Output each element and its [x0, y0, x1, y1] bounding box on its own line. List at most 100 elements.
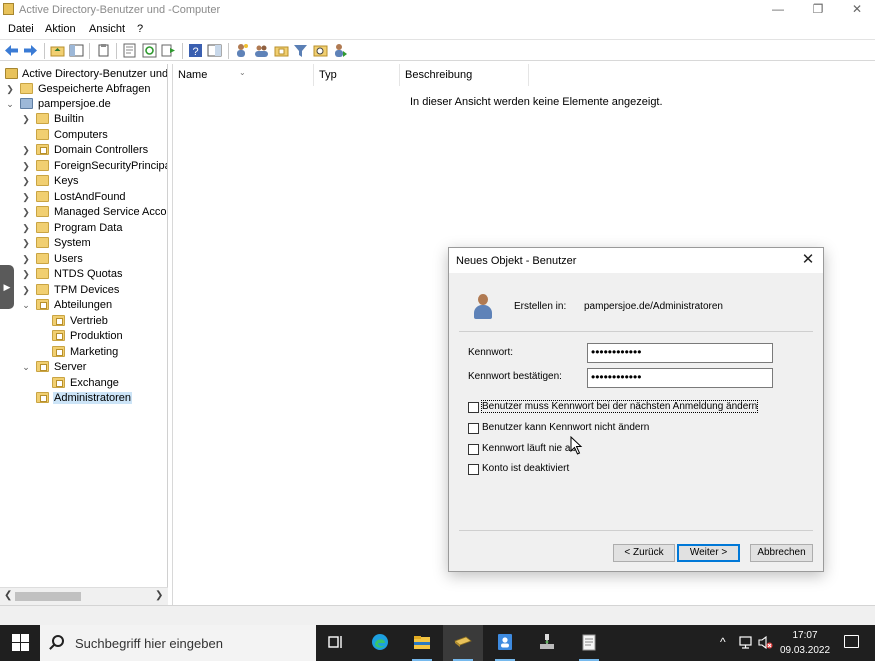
password-field[interactable]: •••••••••••• [587, 343, 773, 363]
user-card-button[interactable] [485, 625, 525, 661]
taskbar-search-box[interactable]: Suchbegriff hier eingeben [40, 625, 316, 661]
divider [459, 331, 813, 332]
menu-datei[interactable]: Datei [8, 23, 34, 35]
empty-view-message: In dieser Ansicht werden keine Elemente … [410, 96, 663, 108]
chevron-right-icon[interactable]: ❯ [21, 221, 31, 236]
checkbox-box[interactable] [468, 464, 479, 475]
task-view-icon [328, 636, 342, 648]
window-title: Active Directory-Benutzer und -Computer [19, 4, 221, 16]
chevron-right-icon[interactable]: ❯ [21, 174, 31, 189]
export-list-icon[interactable] [161, 43, 176, 58]
show-pane-icon[interactable] [207, 43, 222, 58]
help-icon[interactable]: ? [188, 43, 203, 58]
forward-arrow-icon[interactable] [23, 43, 38, 58]
copy-icon[interactable] [96, 43, 111, 58]
scroll-right-icon[interactable]: ❯ [155, 590, 163, 601]
column-header-beschreibung[interactable]: Beschreibung [400, 64, 529, 86]
chevron-right-icon[interactable]: ❯ [21, 205, 31, 220]
checkbox-box[interactable] [468, 402, 479, 413]
notepad-button[interactable] [569, 625, 609, 661]
file-explorer-button[interactable] [402, 625, 442, 661]
new-group-icon[interactable] [254, 43, 269, 58]
menu-ansicht[interactable]: Ansicht [89, 23, 125, 35]
status-bar [0, 605, 875, 625]
ad-root-icon [5, 68, 18, 79]
ou-icon [36, 392, 49, 403]
ou-icon [52, 315, 65, 326]
network-tool-button[interactable] [527, 625, 567, 661]
chevron-right-icon[interactable]: ❯ [21, 252, 31, 267]
password-label: Kennwort: [468, 347, 514, 358]
notification-center-icon[interactable] [844, 635, 859, 648]
taskbar-clock[interactable]: 17:07 09.03.2022 [776, 628, 834, 658]
title-bar: Active Directory-Benutzer und -Computer … [0, 0, 875, 20]
ad-users-computers-button[interactable] [443, 625, 483, 661]
dialog-title-bar: Neues Objekt - Benutzer ✕ [449, 248, 823, 273]
folder-icon [36, 253, 49, 264]
edge-button[interactable] [360, 625, 400, 661]
volume-muted-icon[interactable] [758, 635, 773, 650]
chevron-right-icon[interactable]: ❯ [21, 267, 31, 282]
dialog-title: Neues Objekt - Benutzer [456, 255, 577, 267]
search-icon [52, 635, 64, 647]
cancel-button[interactable]: Abbrechen [750, 544, 813, 562]
chevron-right-icon[interactable]: ❯ [21, 143, 31, 158]
delegate-icon[interactable] [333, 43, 348, 58]
domain-icon [20, 98, 33, 109]
up-folder-icon[interactable] [50, 43, 65, 58]
console-tree-icon[interactable] [69, 43, 84, 58]
folder-icon [36, 206, 49, 217]
tray-chevron-up-icon[interactable]: ^ [720, 635, 726, 649]
folder-icon [36, 160, 49, 171]
confirm-password-field[interactable]: •••••••••••• [587, 368, 773, 388]
column-header-name[interactable]: Name ⌄ [173, 64, 314, 86]
checkbox-box[interactable] [468, 423, 479, 434]
refresh-icon[interactable] [142, 43, 157, 58]
folder-icon [36, 222, 49, 233]
next-button[interactable]: Weiter > [677, 544, 740, 562]
new-ou-icon[interactable] [274, 43, 289, 58]
chevron-down-icon[interactable]: ⌄ [5, 97, 15, 112]
user-icon [473, 294, 493, 320]
filter-icon[interactable] [293, 43, 308, 58]
tree-horizontal-scrollbar[interactable]: ❮ ❯ [0, 587, 168, 605]
back-arrow-icon[interactable] [4, 43, 19, 58]
edge-icon [372, 634, 388, 650]
chevron-down-icon[interactable]: ⌄ [21, 360, 31, 375]
chevron-right-icon[interactable]: ❯ [21, 190, 31, 205]
restore-button[interactable]: ❐ [808, 2, 828, 18]
properties-icon[interactable] [122, 43, 137, 58]
folder-icon [36, 175, 49, 186]
app-icon [3, 3, 14, 15]
column-header-typ[interactable]: Typ [314, 64, 400, 86]
side-panel-handle[interactable]: ▶ [0, 265, 14, 309]
scroll-left-icon[interactable]: ❮ [4, 590, 12, 601]
folder-icon [36, 129, 49, 140]
network-icon[interactable] [738, 635, 753, 650]
close-button[interactable]: ✕ [847, 2, 867, 18]
task-view-button[interactable] [316, 625, 356, 661]
chevron-right-icon[interactable]: ❯ [5, 82, 15, 97]
menu-aktion[interactable]: Aktion [45, 23, 76, 35]
chevron-right-icon[interactable]: ❯ [21, 283, 31, 298]
minimize-button[interactable]: — [768, 2, 788, 18]
chevron-right-icon[interactable]: ❯ [21, 159, 31, 174]
back-button[interactable]: < Zurück [613, 544, 675, 562]
menu-help[interactable]: ? [137, 23, 143, 35]
checkbox-box[interactable] [468, 444, 479, 455]
new-user-icon[interactable] [234, 43, 249, 58]
new-user-dialog: Neues Objekt - Benutzer ✕ Erstellen in: … [448, 247, 824, 572]
confirm-password-label: Kennwort bestätigen: [468, 371, 562, 382]
toolbar: ? [0, 39, 875, 61]
create-in-value: pampersjoe.de/Administratoren [584, 301, 723, 312]
clock-date: 09.03.2022 [779, 645, 831, 656]
dialog-close-button[interactable]: ✕ [799, 251, 817, 269]
chevron-right-icon[interactable]: ❯ [21, 236, 31, 251]
ou-icon [36, 299, 49, 310]
chevron-down-icon[interactable]: ⌄ [21, 298, 31, 313]
chevron-right-icon[interactable]: ❯ [21, 112, 31, 127]
find-icon[interactable] [313, 43, 328, 58]
scrollbar-thumb[interactable] [15, 592, 81, 601]
windows-start-icon[interactable] [12, 634, 29, 651]
folder-icon [36, 268, 49, 279]
